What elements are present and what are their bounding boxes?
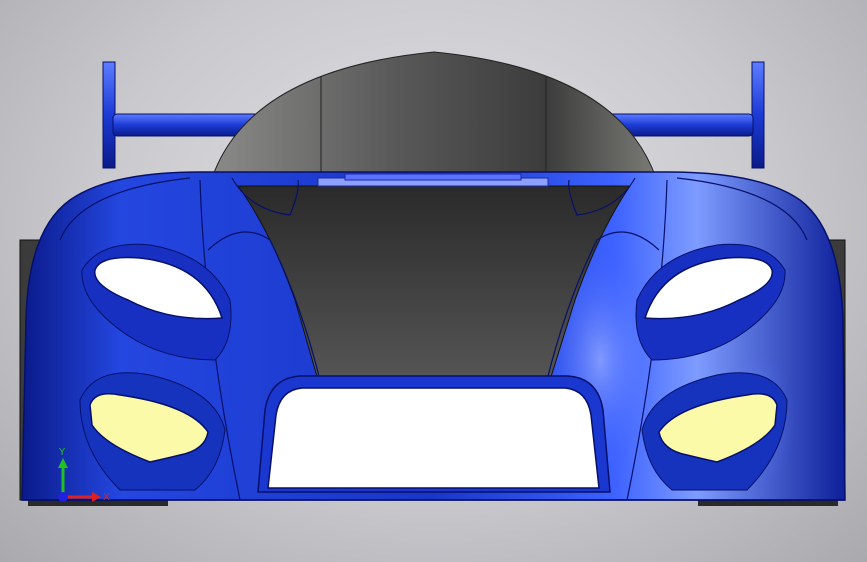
x-axis-label: X — [103, 492, 110, 503]
z-axis-dot — [58, 492, 68, 502]
cad-viewport[interactable]: Y X — [0, 0, 867, 562]
y-axis-label: Y — [58, 447, 66, 458]
axis-triad: Y X — [58, 447, 110, 503]
